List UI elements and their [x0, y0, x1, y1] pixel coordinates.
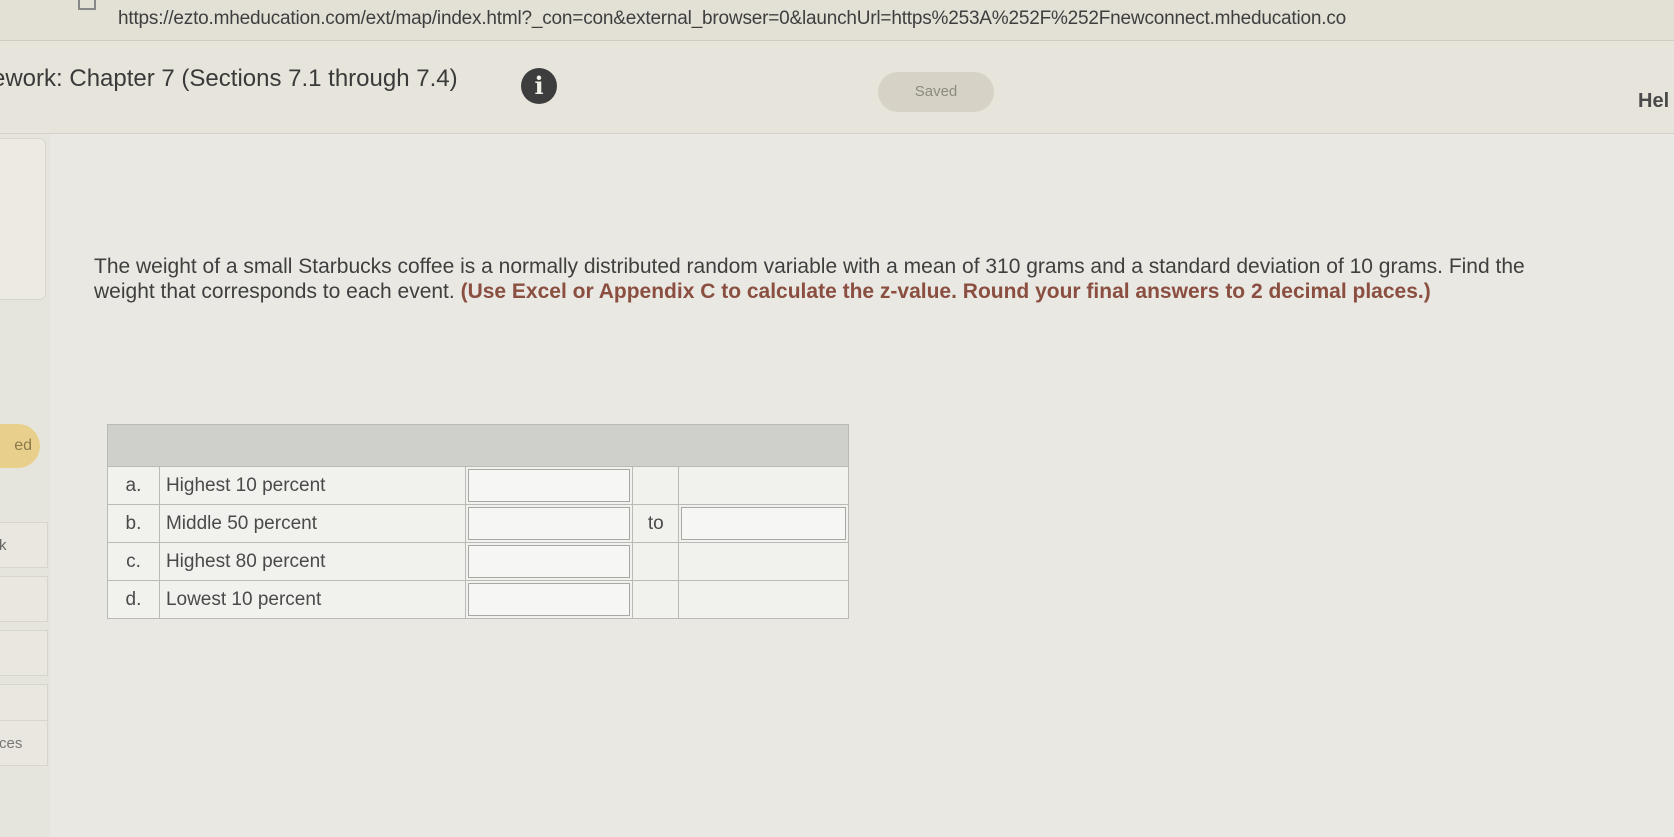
rail-question-card[interactable]: [0, 138, 46, 300]
page-title: ework: Chapter 7 (Sections 7.1 through 7…: [0, 65, 458, 92]
table-row: c. Highest 80 percent: [107, 542, 849, 581]
rail-item-ces[interactable]: ces: [0, 720, 48, 766]
rail-item-blank-2[interactable]: [0, 630, 48, 676]
answer-input-a[interactable]: [467, 469, 631, 502]
rail-item-blank-1[interactable]: [0, 576, 48, 622]
row-event-label: Middle 50 percent: [158, 504, 466, 543]
row-event-label: Highest 80 percent: [158, 542, 466, 581]
answer-table: a. Highest 10 percent b. Middle 50 perce…: [107, 424, 849, 619]
answer-input-d[interactable]: [467, 583, 631, 616]
row-to-label: [632, 542, 680, 581]
table-row: b. Middle 50 percent to: [107, 504, 849, 543]
left-navigation-rail: ed k ces: [0, 134, 50, 837]
address-url[interactable]: https://ezto.mheducation.com/ext/map/ind…: [118, 8, 1346, 30]
answer-input-b-lower[interactable]: [467, 507, 631, 540]
question-text: The weight of a small Starbucks coffee i…: [94, 254, 1574, 304]
answer-input-b-upper[interactable]: [681, 507, 846, 540]
empty-cell: [681, 545, 846, 578]
browser-address-bar[interactable]: https://ezto.mheducation.com/ext/map/ind…: [0, 0, 1674, 41]
rail-status-pill[interactable]: ed: [0, 424, 40, 468]
row-letter: b.: [107, 504, 160, 543]
table-row: d. Lowest 10 percent: [107, 580, 849, 619]
rail-item-k[interactable]: k: [0, 522, 48, 568]
row-letter: c.: [107, 542, 160, 581]
assignment-header: ework: Chapter 7 (Sections 7.1 through 7…: [0, 41, 1674, 134]
row-to-label: [632, 580, 680, 619]
row-event-label: Lowest 10 percent: [158, 580, 466, 619]
question-panel: The weight of a small Starbucks coffee i…: [50, 134, 1674, 837]
row-to-label: to: [632, 504, 680, 543]
info-icon[interactable]: i: [521, 68, 557, 104]
answer-table-header: [107, 424, 849, 467]
answer-input-c[interactable]: [467, 545, 631, 578]
empty-cell: [681, 469, 846, 502]
row-letter: a.: [107, 466, 160, 505]
row-event-label: Highest 10 percent: [158, 466, 466, 505]
question-instruction: (Use Excel or Appendix C to calculate th…: [460, 280, 1431, 303]
saved-status-badge: Saved: [878, 72, 994, 112]
help-link[interactable]: Hel: [1638, 90, 1669, 113]
page-icon: [78, 0, 96, 10]
row-to-label: [632, 466, 680, 505]
table-row: a. Highest 10 percent: [107, 466, 849, 505]
empty-cell: [681, 583, 846, 616]
row-letter: d.: [107, 580, 160, 619]
